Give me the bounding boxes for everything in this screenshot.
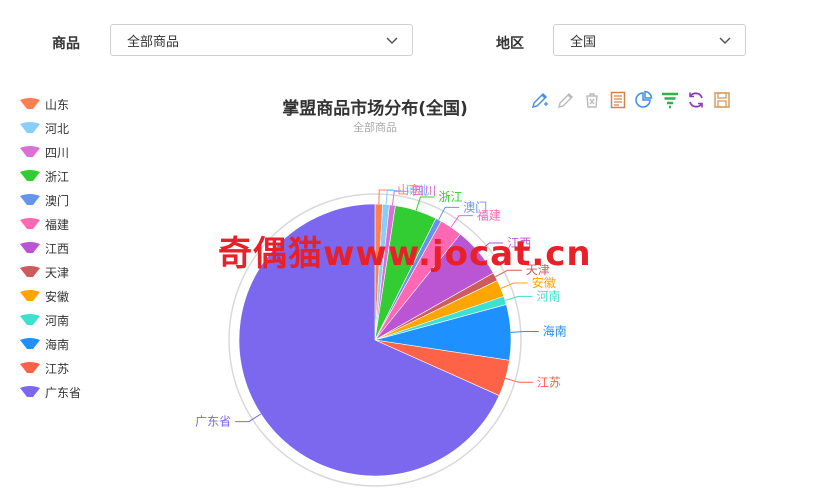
clear-icon[interactable] <box>582 90 602 110</box>
legend-swatch-icon <box>20 290 40 301</box>
slice-label: 福建 <box>477 208 501 223</box>
legend-label: 河北 <box>45 121 70 136</box>
slice-label: 江苏 <box>537 375 561 389</box>
legend-item[interactable]: 浙江 <box>20 164 81 188</box>
legend-item[interactable]: 澳门 <box>20 188 81 212</box>
legend-label: 海南 <box>45 337 70 352</box>
leader-line <box>505 377 533 383</box>
save-image-icon[interactable] <box>712 90 732 110</box>
chart-subtitle: 全部商品 <box>353 121 397 134</box>
legend-label: 四川 <box>45 145 70 160</box>
slice-label: 安徽 <box>532 275 556 290</box>
legend-label: 福建 <box>45 217 70 232</box>
legend-swatch-icon <box>20 170 40 181</box>
data-view-icon[interactable] <box>608 90 628 110</box>
slice-label: 广东省 <box>195 415 231 429</box>
legend-label: 河南 <box>45 313 70 328</box>
legend-swatch-icon <box>20 98 40 109</box>
restore-icon[interactable] <box>686 90 706 110</box>
legend-item[interactable]: 广东省 <box>20 380 81 404</box>
legend-item[interactable]: 安徽 <box>20 284 81 308</box>
leader-line <box>500 282 528 289</box>
slice-label: 四川 <box>412 184 436 198</box>
pie-switch-icon[interactable] <box>634 90 654 110</box>
leader-line <box>510 331 539 333</box>
legend-label: 天津 <box>45 265 70 280</box>
legend-label: 澳门 <box>45 193 70 208</box>
legend-label: 山东 <box>45 97 70 112</box>
legend-swatch-icon <box>20 218 40 229</box>
leader-line <box>504 295 533 301</box>
legend-swatch-icon <box>20 266 40 277</box>
legend-item[interactable]: 山东 <box>20 92 81 116</box>
edit-disabled-icon[interactable] <box>556 90 576 110</box>
legend-swatch-icon <box>20 122 40 133</box>
legend-item[interactable]: 四川 <box>20 140 81 164</box>
legend-label: 江苏 <box>45 361 70 376</box>
slice-label: 海南 <box>543 324 567 339</box>
legend-swatch-icon <box>20 314 40 325</box>
legend-swatch-icon <box>20 146 40 157</box>
legend-item[interactable]: 江西 <box>20 236 81 260</box>
legend-item[interactable]: 天津 <box>20 260 81 284</box>
legend-item[interactable]: 海南 <box>20 332 81 356</box>
legend-label: 广东省 <box>45 385 82 400</box>
legend-item[interactable]: 江苏 <box>20 356 81 380</box>
legend-label: 江西 <box>45 241 70 256</box>
chart-title: 掌盟商品市场分布(全国) <box>282 99 468 119</box>
legend-item[interactable]: 河北 <box>20 116 81 140</box>
slice-label: 河南 <box>537 288 561 303</box>
leader-line <box>235 413 262 423</box>
legend-item[interactable]: 福建 <box>20 212 81 236</box>
legend-swatch-icon <box>20 362 40 373</box>
watermark-text: 奇偶猫www.jocat.cn <box>218 234 592 274</box>
chart-toolbox <box>530 90 732 110</box>
legend-swatch-icon <box>20 386 40 397</box>
legend-item[interactable]: 河南 <box>20 308 81 332</box>
legend-swatch-icon <box>20 242 40 253</box>
edit-icon[interactable] <box>530 90 550 110</box>
legend-swatch-icon <box>20 338 40 349</box>
slice-label: 浙江 <box>438 190 462 204</box>
legend-swatch-icon <box>20 194 40 205</box>
funnel-switch-icon[interactable] <box>660 90 680 110</box>
legend-label: 安徽 <box>45 289 70 304</box>
legend-label: 浙江 <box>45 169 70 184</box>
chart-legend: 山东河北四川浙江澳门福建江西天津安徽河南海南江苏广东省 <box>20 92 81 404</box>
